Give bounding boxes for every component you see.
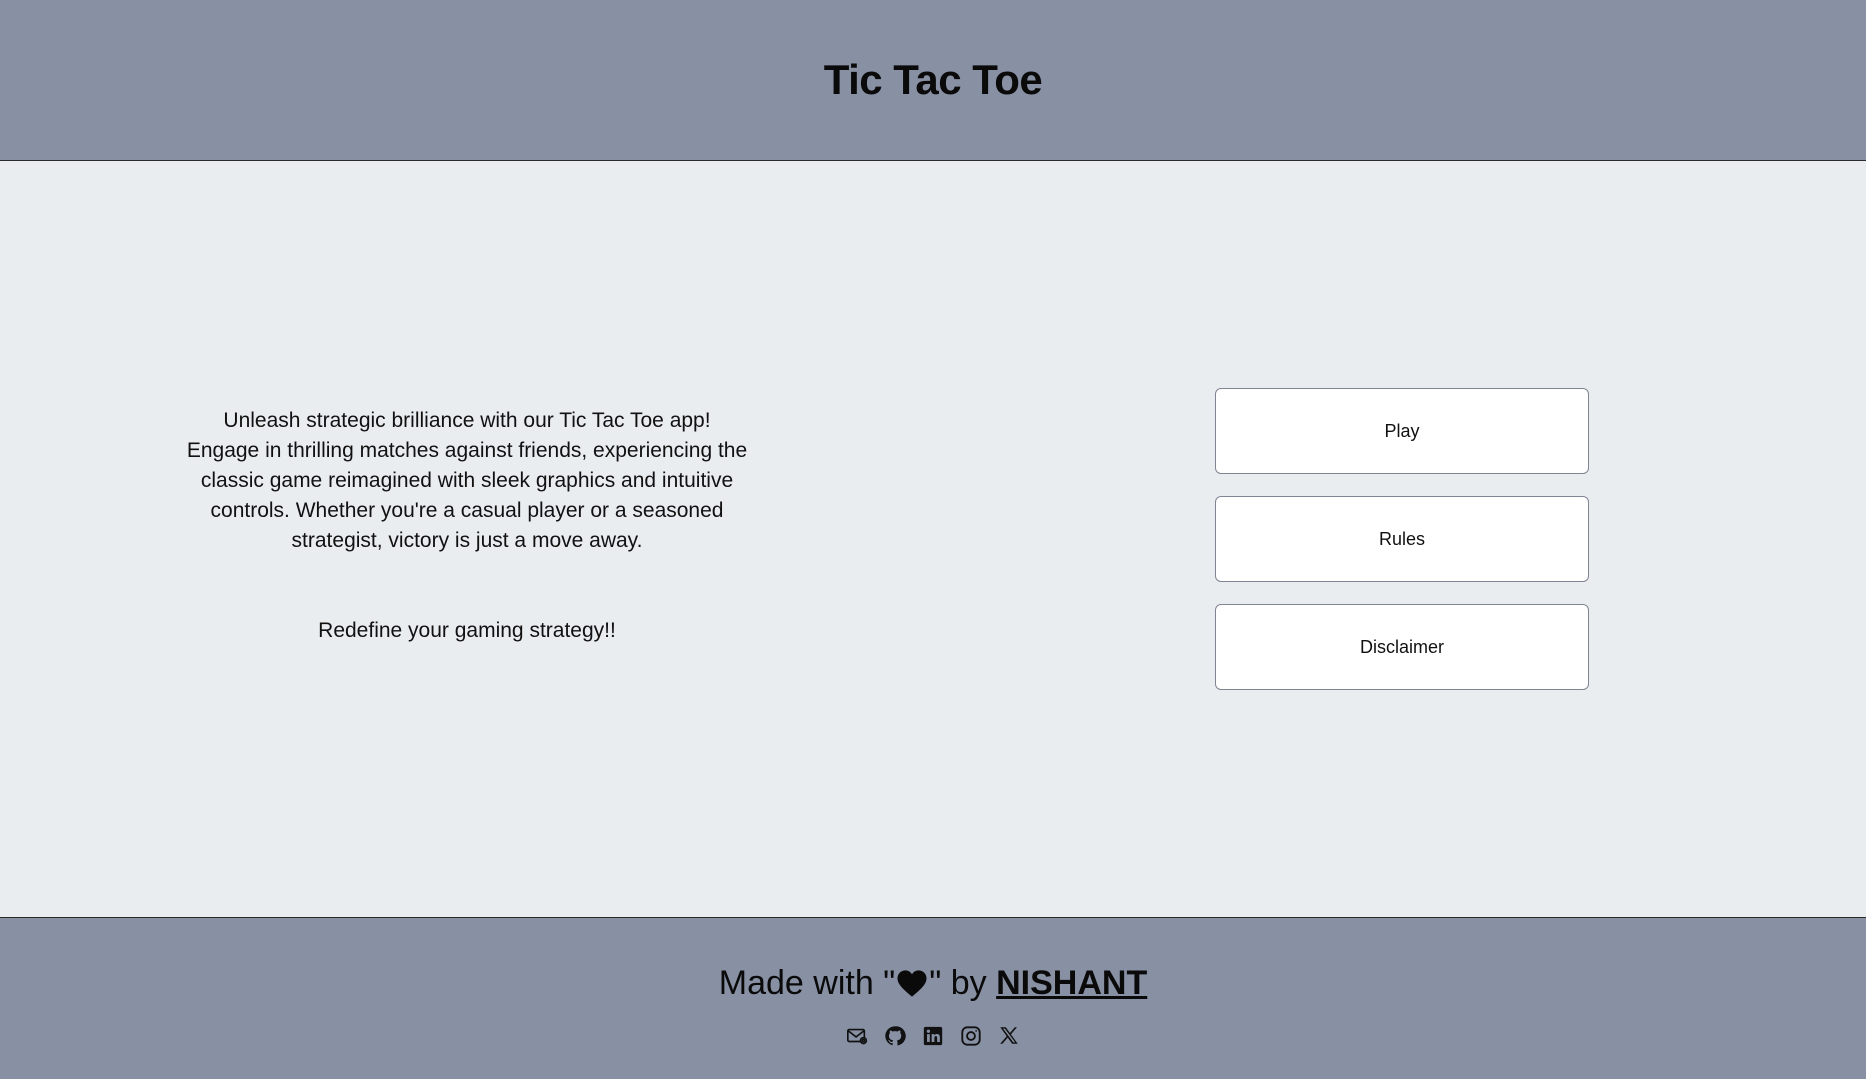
- main-menu: Play Rules Disclaimer: [1215, 388, 1589, 690]
- author-link[interactable]: NISHANT: [996, 964, 1147, 1003]
- main-content: Unleash strategic brilliance with our Ti…: [0, 161, 1866, 917]
- x-icon[interactable]: [998, 1025, 1020, 1047]
- intro-section: Unleash strategic brilliance with our Ti…: [186, 406, 748, 646]
- rules-button[interactable]: Rules: [1215, 496, 1589, 582]
- credit-suffix: " by: [929, 964, 997, 1002]
- linkedin-icon[interactable]: [922, 1025, 944, 1047]
- page-title: Tic Tac Toe: [823, 56, 1043, 103]
- play-button[interactable]: Play: [1215, 388, 1589, 474]
- social-links: [846, 1025, 1020, 1047]
- footer: Made with " " by NISHANT: [0, 917, 1866, 1079]
- page: Tic Tac Toe Unleash strategic brilliance…: [0, 0, 1866, 1079]
- disclaimer-button[interactable]: Disclaimer: [1215, 604, 1589, 690]
- header: Tic Tac Toe: [0, 0, 1866, 161]
- credit-prefix: Made with ": [718, 964, 896, 1002]
- mail-icon[interactable]: [846, 1025, 868, 1047]
- heart-icon: [895, 969, 929, 999]
- instagram-icon[interactable]: [960, 1025, 982, 1047]
- github-icon[interactable]: [884, 1025, 906, 1047]
- intro-tagline: Redefine your gaming strategy!!: [318, 619, 616, 642]
- intro-description: Unleash strategic brilliance with our Ti…: [186, 409, 748, 552]
- credit-line: Made with " " by NISHANT: [719, 964, 1147, 1003]
